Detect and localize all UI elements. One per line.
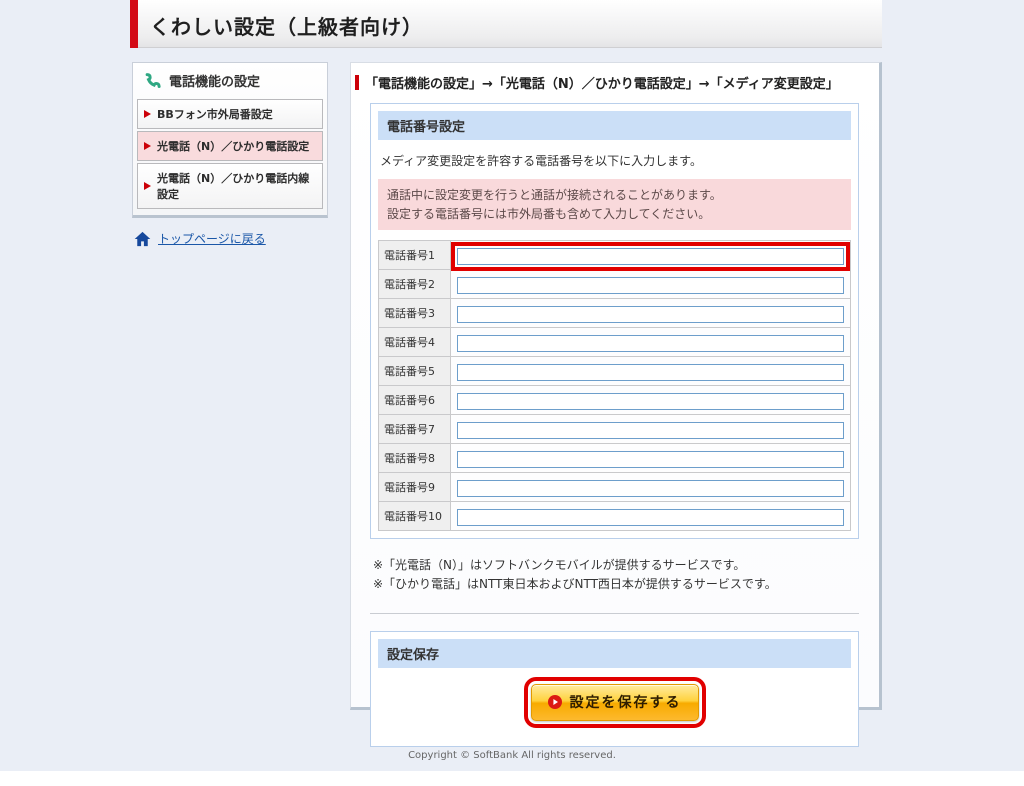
phone-number-input-1[interactable] [457, 248, 844, 265]
table-row: 電話番号5 [379, 357, 851, 386]
phone-number-input-4[interactable] [457, 335, 844, 352]
sidebar-header: 電話機能の設定 [133, 63, 327, 97]
phone-number-label-8: 電話番号8 [379, 444, 451, 473]
phone-number-input-5[interactable] [457, 364, 844, 381]
sidebar: 電話機能の設定 BBフォン市外局番設定 光電話（N）／ひかり電話設定 光電話（N… [132, 62, 328, 272]
page-footer: Copyright © SoftBank All rights reserved… [0, 750, 1024, 761]
breadcrumb-accent-bar [355, 75, 359, 90]
page-header: くわしい設定（上級者向け） [130, 0, 882, 48]
phone-number-label-9: 電話番号9 [379, 473, 451, 502]
phone-number-table: 電話番号1 電話番号2 電話番号3 電話番号4 電話番号5 [378, 240, 851, 531]
home-icon [134, 231, 151, 247]
page-title: くわしい設定（上級者向け） [150, 11, 423, 40]
phone-number-label-3: 電話番号3 [379, 299, 451, 328]
warning-line-2: 設定する電話番号には市外局番も含めて入力してください。 [387, 205, 842, 224]
note-line-2: ※「ひかり電話」はNTT東日本およびNTT西日本が提供するサービスです。 [373, 575, 857, 594]
sidebar-item-hikari-phone-settings[interactable]: 光電話（N）／ひかり電話設定 [137, 131, 323, 161]
phone-number-label-1: 電話番号1 [379, 241, 451, 270]
phone-number-input-8[interactable] [457, 451, 844, 468]
sidebar-item-hikari-phone-extension[interactable]: 光電話（N）／ひかり電話内線設定 [137, 163, 323, 209]
sidebar-item-label: 光電話（N）／ひかり電話設定 [157, 138, 309, 154]
phone-number-input-3[interactable] [457, 306, 844, 323]
warning-box: 通話中に設定変更を行うと通話が接続されることがあります。 設定する電話番号には市… [378, 179, 851, 230]
phone-section-description: メディア変更設定を許容する電話番号を以下に入力します。 [380, 152, 849, 169]
table-row: 電話番号2 [379, 270, 851, 299]
table-row: 電話番号1 [379, 241, 851, 270]
note-line-1: ※「光電話（N）」はソフトバンクモバイルが提供するサービスです。 [373, 556, 857, 575]
red-triangle-icon [144, 142, 151, 150]
table-row: 電話番号3 [379, 299, 851, 328]
save-section-title: 設定保存 [378, 639, 851, 668]
sidebar-item-bbphone-area-code[interactable]: BBフォン市外局番設定 [137, 99, 323, 129]
bottom-strip [0, 771, 1024, 786]
phone-number-input-6[interactable] [457, 393, 844, 410]
phone-number-label-6: 電話番号6 [379, 386, 451, 415]
breadcrumb-text: 「電話機能の設定」→「光電話（N）／ひかり電話設定」→「メディア変更設定」 [365, 73, 839, 92]
phone-section-title: 電話番号設定 [378, 111, 851, 140]
sidebar-item-label: BBフォン市外局番設定 [157, 106, 273, 122]
service-notes: ※「光電話（N）」はソフトバンクモバイルが提供するサービスです。 ※「ひかり電話… [373, 556, 857, 594]
phone-number-input-10[interactable] [457, 509, 844, 526]
copyright-text: Copyright © SoftBank All rights reserved… [408, 750, 616, 761]
header-accent-bar [130, 0, 138, 48]
phone-number-settings-box: 電話番号設定 メディア変更設定を許容する電話番号を以下に入力します。 通話中に設… [370, 103, 859, 539]
main-panel: 「電話機能の設定」→「光電話（N）／ひかり電話設定」→「メディア変更設定」 電話… [350, 62, 882, 710]
table-row: 電話番号6 [379, 386, 851, 415]
warning-line-1: 通話中に設定変更を行うと通話が接続されることがあります。 [387, 186, 842, 205]
table-row: 電話番号10 [379, 502, 851, 531]
sidebar-list: BBフォン市外局番設定 光電話（N）／ひかり電話設定 光電話（N）／ひかり電話内… [137, 99, 323, 209]
save-settings-box: 設定保存 設定を保存する [370, 631, 859, 747]
sidebar-panel: 電話機能の設定 BBフォン市外局番設定 光電話（N）／ひかり電話設定 光電話（N… [132, 62, 328, 218]
breadcrumb: 「電話機能の設定」→「光電話（N）／ひかり電話設定」→「メディア変更設定」 [351, 63, 879, 92]
red-triangle-icon [144, 182, 151, 190]
table-row: 電話番号8 [379, 444, 851, 473]
red-triangle-icon [144, 110, 151, 118]
phone-number-label-2: 電話番号2 [379, 270, 451, 299]
table-row: 電話番号9 [379, 473, 851, 502]
phone-number-input-2[interactable] [457, 277, 844, 294]
phone-number-label-10: 電話番号10 [379, 502, 451, 531]
back-to-top-link[interactable]: トップページに戻る [134, 230, 328, 247]
table-row: 電話番号4 [379, 328, 851, 357]
play-icon [548, 695, 562, 709]
phone-number-label-5: 電話番号5 [379, 357, 451, 386]
router-settings-page: { "page": { "title": "くわしい設定（上級者向け）", "f… [0, 0, 1024, 786]
phone-number-label-7: 電話番号7 [379, 415, 451, 444]
phone-number-input-9[interactable] [457, 480, 844, 497]
phone-number-label-4: 電話番号4 [379, 328, 451, 357]
back-to-top-label[interactable]: トップページに戻る [158, 230, 266, 247]
sidebar-item-label: 光電話（N）／ひかり電話内線設定 [157, 170, 316, 202]
phone-icon [143, 72, 161, 90]
section-divider [370, 613, 859, 614]
save-button-row: 設定を保存する [378, 668, 851, 739]
save-settings-button[interactable]: 設定を保存する [531, 684, 699, 721]
phone-number-input-7[interactable] [457, 422, 844, 439]
sidebar-header-label: 電話機能の設定 [169, 71, 260, 90]
table-row: 電話番号7 [379, 415, 851, 444]
save-button-label: 設定を保存する [570, 692, 682, 712]
